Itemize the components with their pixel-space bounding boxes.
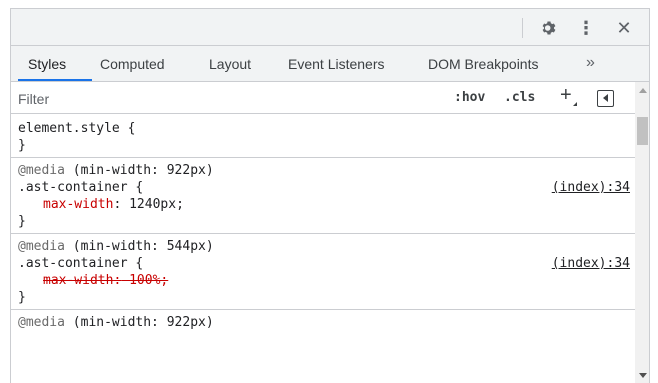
css-property-overridden[interactable]: max-width: 100%; [18,272,627,289]
active-tab-indicator [18,79,92,81]
rule-selector[interactable]: element.style { [18,120,627,137]
media-keyword: @media [18,315,65,330]
rule-close-brace: } [18,290,26,305]
rule-close-brace: } [18,214,26,229]
media-keyword: @media [18,239,65,254]
filter-input[interactable] [18,89,398,109]
rule-selector[interactable]: .ast-container { [18,256,143,271]
gear-icon[interactable] [537,16,561,40]
property-value[interactable]: 1240px; [121,197,184,212]
tab-dom-breakpoints[interactable]: DOM Breakpoints [428,46,538,81]
media-query: (min-width: 922px) [64,315,214,330]
media-query: (min-width: 922px) [64,163,214,178]
source-link[interactable]: (index):34 [552,179,630,196]
media-keyword: @media [18,163,65,178]
new-style-rule-plus-icon[interactable]: + [560,84,572,107]
style-rule[interactable]: @media (min-width: 544px) .ast-container… [11,234,635,310]
more-tabs-chevron-icon[interactable]: » [586,46,595,81]
plus-menu-corner-icon [573,102,577,106]
media-query: (min-width: 544px) [64,239,214,254]
devtools-toolbar: ⋮ ✕ [11,9,649,46]
scrollbar-thumb[interactable] [637,117,648,145]
toggle-sidebar-icon[interactable] [597,90,614,107]
kebab-menu-icon[interactable]: ⋮ [574,16,598,40]
scroll-up-arrow-icon[interactable] [639,88,647,93]
property-name[interactable]: max-width [43,197,113,212]
panel-tabs: Styles Computed Layout Event Listeners D… [11,46,649,82]
filter-toolbar: :hov .cls + [11,82,649,114]
close-icon[interactable]: ✕ [612,16,636,40]
toolbar-divider [522,18,523,38]
source-link[interactable]: (index):34 [552,255,630,272]
style-rule[interactable]: @media (min-width: 922px) .ast-container… [11,158,635,234]
css-property[interactable]: max-width: 1240px; [18,196,627,213]
style-rule-element[interactable]: element.style { } [11,116,635,158]
rule-selector[interactable]: .ast-container { [18,180,143,195]
tab-layout[interactable]: Layout [209,46,251,81]
cls-button[interactable]: .cls [504,88,535,108]
scroll-down-arrow-icon[interactable] [639,373,647,378]
vertical-scrollbar[interactable] [635,82,649,383]
tab-event-listeners[interactable]: Event Listeners [288,46,385,81]
style-rules-list: element.style { } @media (min-width: 922… [11,116,635,383]
property-name[interactable]: max-width [43,273,113,288]
tab-styles[interactable]: Styles [28,46,66,81]
devtools-styles-panel: ⋮ ✕ Styles Computed Layout Event Listene… [10,8,650,383]
rule-close-brace: } [18,138,26,153]
tab-computed[interactable]: Computed [100,46,165,81]
property-value[interactable]: 100%; [121,273,168,288]
hov-button[interactable]: :hov [454,88,485,108]
style-rule[interactable]: @media (min-width: 922px) [11,310,635,334]
